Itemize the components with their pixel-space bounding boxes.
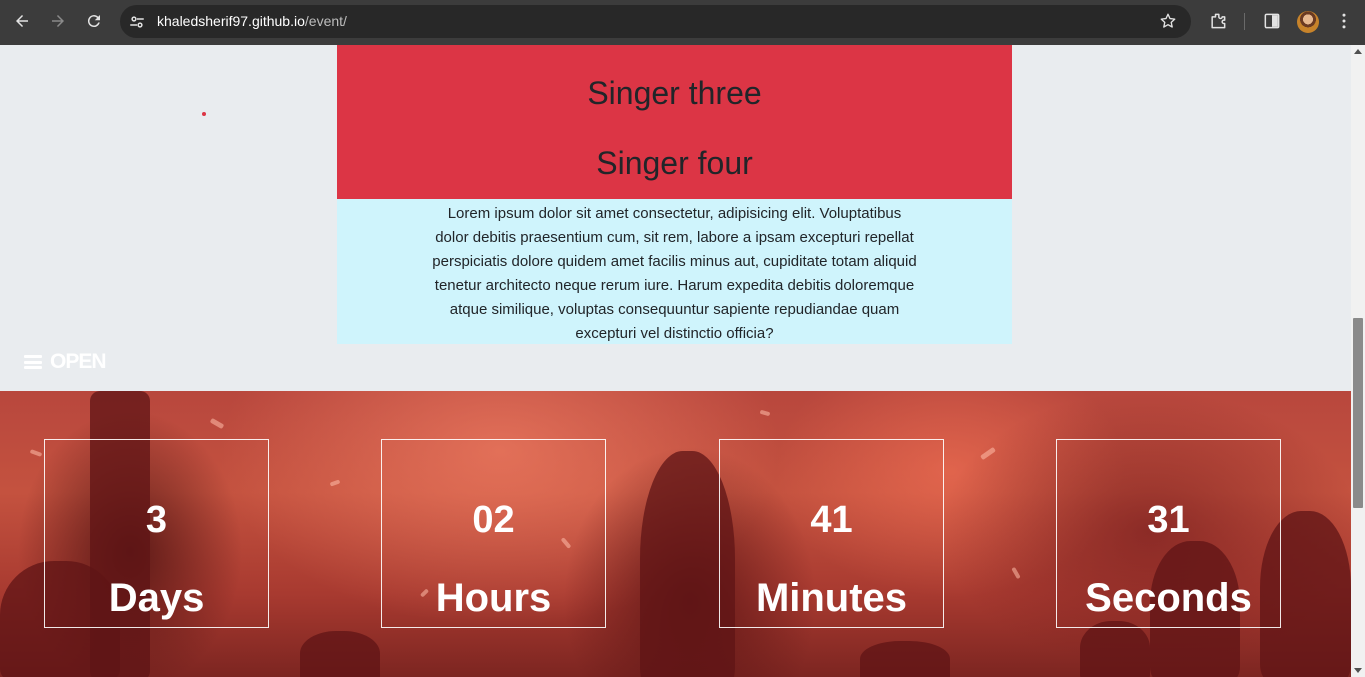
countdown-hours-box: 02 Hours xyxy=(381,439,606,628)
countdown-minutes-value: 41 xyxy=(810,499,853,541)
confetti xyxy=(329,479,341,487)
singer-three-heading: Singer three xyxy=(587,75,762,111)
crowd-figure xyxy=(860,641,950,677)
countdown-days-box: 3 Days xyxy=(44,439,269,628)
crowd-figure xyxy=(1080,621,1150,677)
confetti xyxy=(1011,566,1021,580)
back-arrow-icon[interactable] xyxy=(9,8,35,34)
page-viewport: Singer three Singer four Lorem ipsum dol… xyxy=(0,45,1351,677)
countdown-seconds-label: Seconds xyxy=(1085,576,1252,620)
countdown-hours-value: 02 xyxy=(472,499,515,541)
address-bar[interactable]: khaledsherif97.github.io/event/ xyxy=(120,5,1191,38)
confetti xyxy=(209,417,225,430)
browser-toolbar: khaledsherif97.github.io/event/ xyxy=(0,0,1365,45)
countdown-section: 3 Days 02 Hours 41 Minutes 31 Seconds xyxy=(0,391,1351,677)
countdown-seconds-box: 31 Seconds xyxy=(1056,439,1281,628)
about-text: Lorem ipsum dolor sit amet consectetur, … xyxy=(337,199,1012,344)
site-settings-icon[interactable] xyxy=(128,13,146,31)
profile-avatar[interactable] xyxy=(1297,11,1319,33)
singers-panel: Singer three Singer four xyxy=(337,45,1012,199)
countdown-days-value: 3 xyxy=(145,499,168,541)
bookmark-star-icon[interactable] xyxy=(1159,12,1177,30)
confetti xyxy=(980,446,996,461)
toolbar-divider xyxy=(1244,13,1245,30)
reload-icon[interactable] xyxy=(81,8,107,34)
vertical-scrollbar[interactable] xyxy=(1351,45,1365,677)
url-host: khaledsherif97.github.io xyxy=(157,13,305,29)
countdown-days-label: Days xyxy=(108,576,205,620)
side-panel-icon[interactable] xyxy=(1262,11,1282,31)
confetti xyxy=(759,409,771,417)
countdown-minutes-box: 41 Minutes xyxy=(719,439,944,628)
countdown-minutes-label: Minutes xyxy=(755,576,908,620)
open-menu-button[interactable]: OPEN xyxy=(24,350,107,374)
menu-kebab-icon[interactable] xyxy=(1334,11,1354,31)
hamburger-menu-icon xyxy=(24,355,42,369)
scroll-down-arrow-icon[interactable] xyxy=(1354,668,1362,673)
extensions-icon[interactable] xyxy=(1208,11,1228,31)
forward-arrow-icon[interactable] xyxy=(45,8,71,34)
url-path: /event/ xyxy=(304,13,347,29)
countdown-hours-label: Hours xyxy=(435,576,552,620)
scroll-up-arrow-icon[interactable] xyxy=(1354,49,1362,54)
scrollbar-thumb[interactable] xyxy=(1353,318,1363,508)
url-text: khaledsherif97.github.io/event/ xyxy=(157,13,347,29)
open-menu-label: OPEN xyxy=(50,350,107,373)
singer-four-heading: Singer four xyxy=(596,145,753,181)
confetti xyxy=(29,449,43,457)
crowd-figure xyxy=(300,631,380,677)
countdown-seconds-value: 31 xyxy=(1147,499,1190,541)
cursor-dot xyxy=(202,112,206,116)
